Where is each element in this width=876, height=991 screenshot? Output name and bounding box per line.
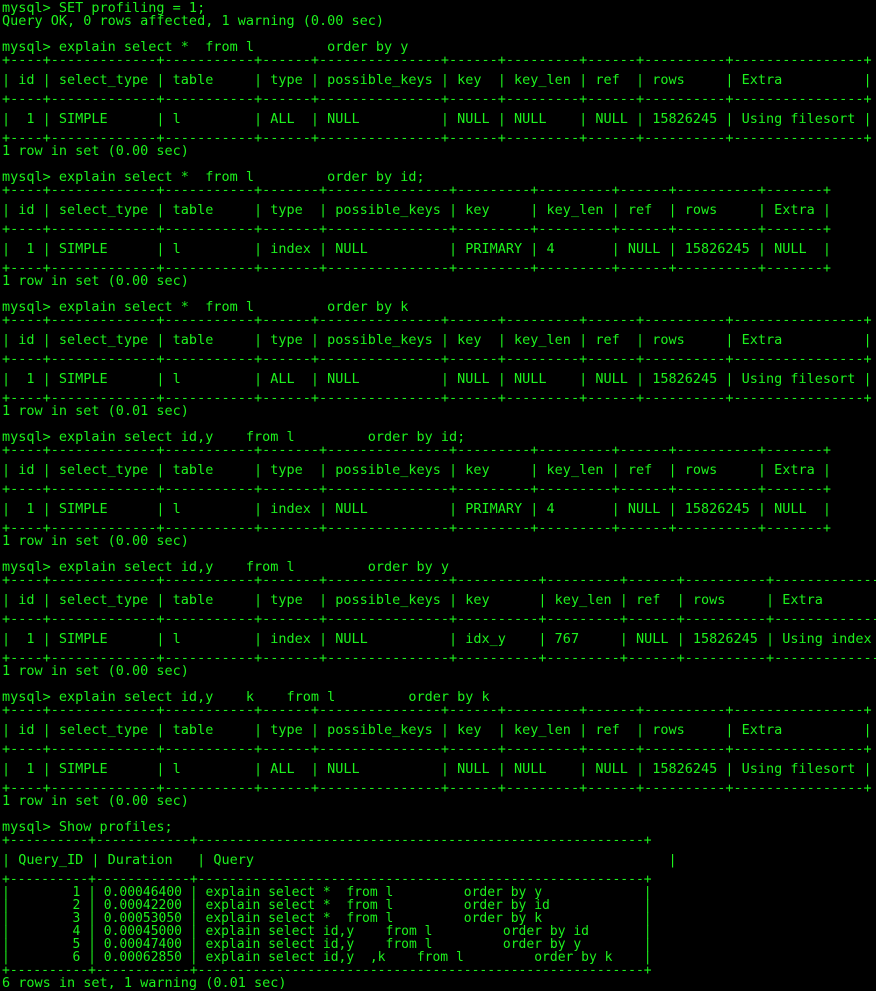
terminal-line: +----------+------------+---------------… xyxy=(2,833,652,848)
terminal-line: Query OK, 0 rows affected, 1 warning (0.… xyxy=(2,13,385,29)
terminal-line: | id | select_type | table | type | poss… xyxy=(2,72,872,88)
terminal-line: | id | select_type | table | type | poss… xyxy=(2,462,832,478)
terminal-line: +----+-------------+-----------+------+-… xyxy=(2,91,872,107)
terminal-line: +----+-------------+-----------+-------+… xyxy=(2,221,832,237)
terminal-line: | 6 | 0.00062850 | explain select id,y ,… xyxy=(2,950,652,965)
terminal-line: 1 row in set (0.00 sec) xyxy=(2,533,189,549)
terminal-line: | id | select_type | table | type | poss… xyxy=(2,202,832,218)
terminal-line: +----+-------------+-----------+------+-… xyxy=(2,52,872,68)
terminal-line: +----+-------------+-----------+------+-… xyxy=(2,351,872,367)
terminal-window[interactable]: mysql> SET profiling = 1; Query OK, 0 row… xyxy=(0,0,876,990)
terminal-line: | 1 | SIMPLE | l | ALL | NULL | NULL | N… xyxy=(2,111,872,127)
terminal-line: +----+-------------+-----------+-------+… xyxy=(2,572,876,588)
terminal-line: 1 row in set (0.00 sec) xyxy=(2,143,189,159)
terminal-line: | 1 | SIMPLE | l | index | NULL | PRIMAR… xyxy=(2,241,832,257)
terminal-line: +----+-------------+-----------+------+-… xyxy=(2,741,872,757)
terminal-line: +----+-------------+-----------+-------+… xyxy=(2,442,832,458)
terminal-line: mysql> Show profiles; xyxy=(2,819,173,835)
terminal-line: | 5 | 0.00047400 | explain select id,y f… xyxy=(2,937,652,952)
terminal-line: | 4 | 0.00045000 | explain select id,y f… xyxy=(2,924,652,939)
terminal-line: +----+-------------+-----------+-------+… xyxy=(2,182,832,198)
terminal-line: | 1 | SIMPLE | l | index | NULL | PRIMAR… xyxy=(2,501,832,517)
terminal-line: +----+-------------+-----------+------+-… xyxy=(2,312,872,328)
terminal-line: 6 rows in set, 1 warning (0.01 sec) xyxy=(2,975,287,991)
terminal-line: +----+-------------+-----------+-------+… xyxy=(2,611,876,627)
terminal-line: | 1 | 0.00046400 | explain select * from… xyxy=(2,885,652,900)
terminal-line: | 1 | SIMPLE | l | index | NULL | idx_y … xyxy=(2,631,876,647)
terminal-line: | id | select_type | table | type | poss… xyxy=(2,592,876,608)
terminal-line: | Query_ID | Duration | Query | xyxy=(2,852,677,868)
terminal-line: 1 row in set (0.01 sec) xyxy=(2,403,189,419)
terminal-line: +----------+------------+---------------… xyxy=(2,872,652,887)
terminal-line: 1 row in set (0.00 sec) xyxy=(2,273,189,289)
terminal-line: | 1 | SIMPLE | l | ALL | NULL | NULL | N… xyxy=(2,761,872,777)
terminal-line: 1 row in set (0.00 sec) xyxy=(2,663,189,679)
terminal-line: 1 row in set (0.00 sec) xyxy=(2,793,189,809)
terminal-line: | id | select_type | table | type | poss… xyxy=(2,332,872,348)
terminal-line: +----+-------------+-----------+-------+… xyxy=(2,481,832,497)
terminal-line: +----+-------------+-----------+------+-… xyxy=(2,702,872,718)
terminal-line: | 1 | SIMPLE | l | ALL | NULL | NULL | N… xyxy=(2,371,872,387)
terminal-line: +----------+------------+---------------… xyxy=(2,963,652,978)
terminal-line: | id | select_type | table | type | poss… xyxy=(2,722,872,738)
terminal-line: | 3 | 0.00053050 | explain select * from… xyxy=(2,911,652,926)
terminal-line: | 2 | 0.00042200 | explain select * from… xyxy=(2,898,652,913)
